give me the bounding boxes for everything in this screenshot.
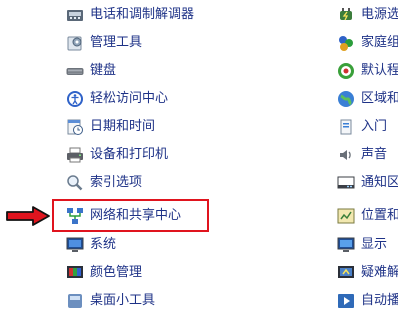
highlight-box: [52, 199, 209, 232]
autoplay-icon: [337, 292, 355, 310]
item-label: 设备和打印机: [90, 147, 169, 162]
ease-of-access-icon: [66, 90, 84, 108]
power-icon: [337, 6, 355, 24]
item-troubleshooting[interactable]: 疑难解: [337, 261, 398, 285]
item-label: 管理工具: [90, 35, 143, 50]
item-label: 家庭组: [361, 35, 398, 50]
item-ease-of-access[interactable]: 轻松访问中心: [66, 87, 168, 111]
item-getting-started[interactable]: 入门: [337, 115, 387, 139]
item-power-options[interactable]: 电源选: [337, 3, 398, 27]
item-label: 显示: [361, 237, 388, 252]
region-icon: [337, 90, 355, 108]
item-label: 疑难解: [361, 265, 398, 280]
color-management-icon: [66, 264, 84, 282]
item-admin-tools[interactable]: 管理工具: [66, 31, 142, 55]
item-label: 电源选: [361, 7, 398, 22]
item-label: 日期和时间: [90, 119, 156, 134]
item-autoplay[interactable]: 自动播: [337, 289, 398, 313]
item-label: 入门: [361, 119, 388, 134]
item-sound[interactable]: 声音: [337, 143, 387, 167]
getting-started-icon: [337, 118, 355, 136]
item-label: 桌面小工具: [90, 293, 156, 308]
item-devices-printers[interactable]: 设备和打印机: [66, 143, 168, 167]
date-time-icon: [66, 118, 84, 136]
item-default-programs[interactable]: 默认程: [337, 59, 398, 83]
printer-icon: [66, 146, 84, 164]
troubleshoot-icon: [337, 264, 355, 282]
item-label: 声音: [361, 147, 388, 162]
item-label: 默认程: [361, 63, 398, 78]
item-phone-modem[interactable]: 电话和调制解调器: [66, 3, 194, 27]
item-label: 颜色管理: [90, 265, 143, 280]
item-color-management[interactable]: 颜色管理: [66, 261, 142, 285]
item-indexing-options[interactable]: 索引选项: [66, 171, 142, 195]
sound-icon: [337, 146, 355, 164]
red-arrow-icon: [6, 206, 50, 226]
indexing-icon: [66, 174, 84, 192]
item-date-time[interactable]: 日期和时间: [66, 115, 155, 139]
item-notification-area[interactable]: 通知区: [337, 171, 398, 195]
item-label: 区域和: [361, 91, 398, 106]
item-label: 自动播: [361, 293, 398, 308]
item-system[interactable]: 系统: [66, 233, 116, 257]
item-region-language[interactable]: 区域和: [337, 87, 398, 111]
item-location[interactable]: 位置和: [337, 204, 398, 228]
item-label: 位置和: [361, 208, 398, 223]
item-display[interactable]: 显示: [337, 233, 387, 257]
telephone-modem-icon: [66, 6, 84, 24]
admin-tools-icon: [66, 34, 84, 52]
location-icon: [337, 207, 355, 225]
item-label: 通知区: [361, 175, 398, 190]
default-programs-icon: [337, 62, 355, 80]
notification-icon: [337, 174, 355, 192]
item-label: 索引选项: [90, 175, 143, 190]
item-keyboard[interactable]: 键盘: [66, 59, 116, 83]
item-label: 系统: [90, 237, 117, 252]
display-icon: [337, 236, 355, 254]
keyboard-icon: [66, 62, 84, 80]
gadgets-icon: [66, 292, 84, 310]
item-homegroup[interactable]: 家庭组: [337, 31, 398, 55]
homegroup-icon: [337, 34, 355, 52]
item-label: 键盘: [90, 63, 117, 78]
system-icon: [66, 236, 84, 254]
item-label: 电话和调制解调器: [90, 7, 195, 22]
item-label: 轻松访问中心: [90, 91, 169, 106]
item-desktop-gadgets[interactable]: 桌面小工具: [66, 289, 155, 313]
